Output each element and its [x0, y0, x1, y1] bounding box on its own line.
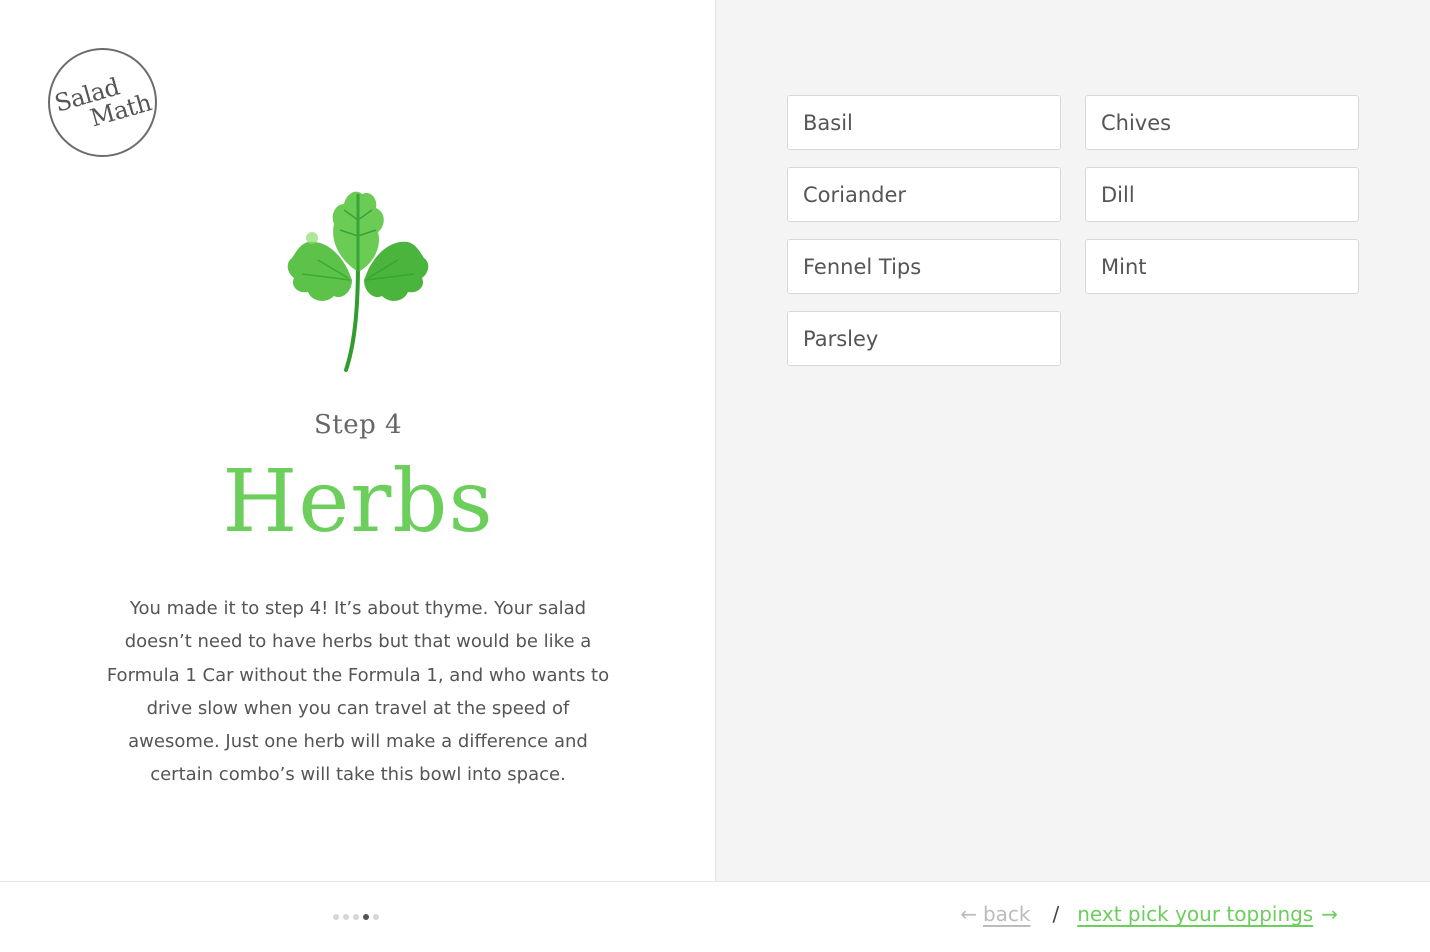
option-fennel-tips[interactable]: Fennel Tips: [787, 239, 1061, 294]
footer-bar: ← back / next pick your toppings →: [0, 881, 1430, 952]
option-mint[interactable]: Mint: [1085, 239, 1359, 294]
option-coriander[interactable]: Coriander: [787, 167, 1061, 222]
nav-separator: /: [1052, 902, 1060, 926]
pager-dot-5[interactable]: [373, 914, 379, 920]
salad-math-logo[interactable]: Salad Math: [48, 48, 157, 157]
pager-dot-4-current[interactable]: [363, 914, 369, 920]
arrow-left-icon: ←: [960, 902, 977, 926]
step-pager: [333, 914, 379, 920]
pager-dot-1[interactable]: [333, 914, 339, 920]
page-title: Herbs: [222, 452, 494, 552]
intro-panel: Salad Math Step 4 Herbs You made it to s…: [0, 0, 716, 881]
pager-dot-3[interactable]: [353, 914, 359, 920]
back-label: back: [982, 902, 1031, 926]
coriander-leaf-icon: [287, 191, 429, 372]
option-chives[interactable]: Chives: [1085, 95, 1359, 150]
next-label: next pick your toppings: [1077, 902, 1314, 926]
option-parsley[interactable]: Parsley: [787, 311, 1061, 366]
back-link[interactable]: ← back: [960, 902, 1030, 926]
next-link[interactable]: next pick your toppings →: [1077, 902, 1338, 926]
arrow-right-icon: →: [1321, 902, 1338, 926]
herb-options-grid: Basil Chives Coriander Dill Fennel Tips …: [787, 95, 1359, 366]
step-navigation: ← back / next pick your toppings →: [960, 902, 1338, 926]
option-dill[interactable]: Dill: [1085, 167, 1359, 222]
step-label: Step 4: [313, 410, 403, 440]
option-basil[interactable]: Basil: [787, 95, 1061, 150]
pager-dot-2[interactable]: [343, 914, 349, 920]
step-description: You made it to step 4! It’s about thyme.…: [106, 598, 610, 786]
